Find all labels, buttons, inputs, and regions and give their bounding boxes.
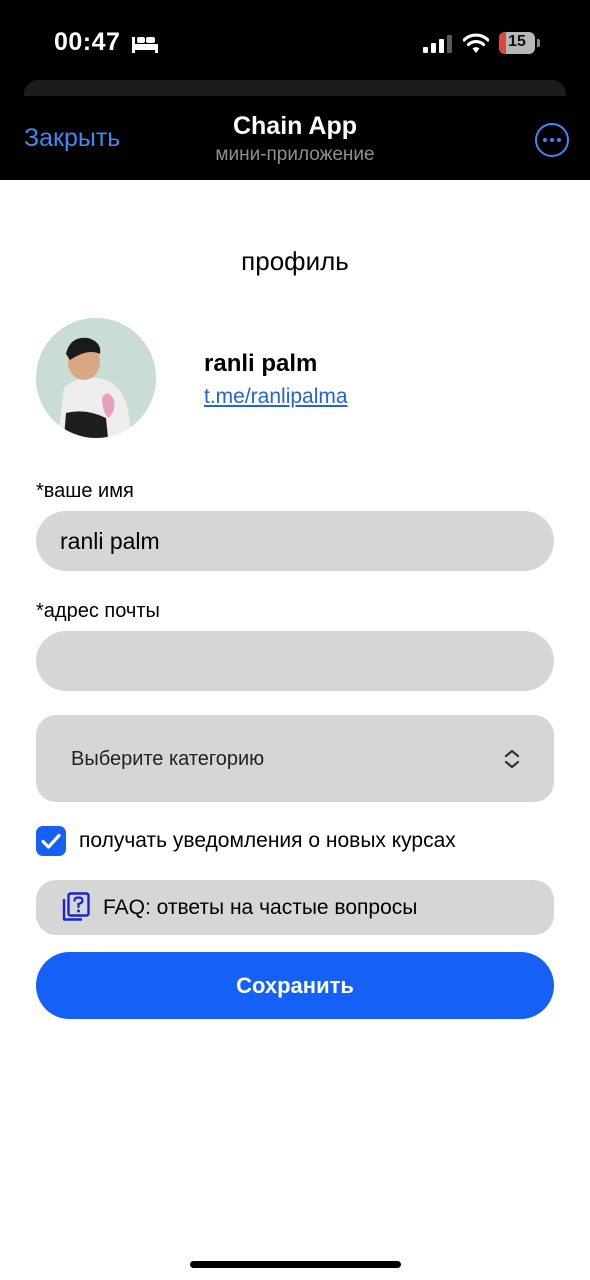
notifications-label[interactable]: получать уведомления о новых курсах [79,829,456,853]
name-label: *ваше имя [36,480,134,502]
home-indicator [190,1261,401,1268]
notifications-checkbox[interactable] [36,826,66,856]
checkmark-icon [41,833,61,849]
battery-icon: 15 [499,32,535,54]
save-button[interactable]: Сохранить [36,952,554,1019]
category-select-value: Выберите категорию [71,748,265,770]
email-input[interactable] [36,631,554,691]
mini-app-header: Закрыть Chain App мини-приложение [0,96,590,180]
bed-icon [132,37,158,53]
page-title: профиль [241,246,349,276]
email-label: *адрес почты [36,600,160,622]
cellular-signal-icon [423,35,452,53]
profile-link[interactable]: t.me/ranlipalma [204,385,348,409]
faq-icon [62,892,90,921]
faq-label: FAQ: ответы на частые вопросы [103,896,418,919]
status-bar: 00:47 15 Закрыть Chain App мини-приложен… [0,0,590,180]
name-input[interactable] [36,511,554,571]
faq-button[interactable]: FAQ: ответы на частые вопросы [36,880,554,935]
wifi-icon [463,33,489,53]
more-icon[interactable] [535,123,569,157]
app-title: Chain App [232,112,358,140]
status-time: 00:47 [54,28,121,56]
battery-percent: 15 [508,33,526,50]
profile-name: ranli palm [204,350,318,377]
category-select[interactable]: Выберите категорию [36,715,554,802]
avatar [36,318,156,438]
battery-tip [537,39,540,47]
chevron-up-down-icon [504,749,520,769]
app-subtitle: мини-приложение [215,144,375,165]
